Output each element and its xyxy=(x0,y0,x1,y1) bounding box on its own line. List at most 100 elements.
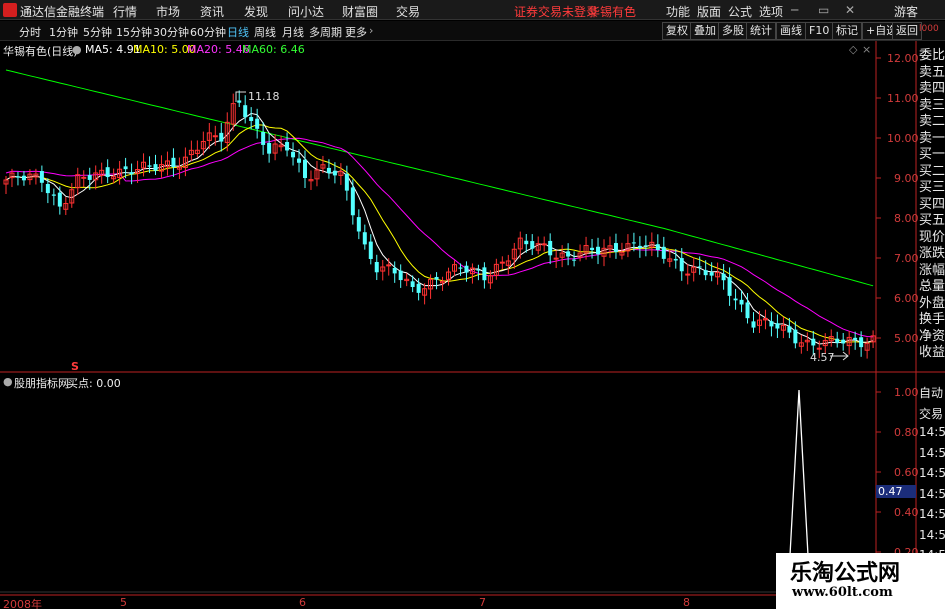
candle-down xyxy=(703,270,708,276)
candle-down xyxy=(727,277,732,296)
candle-down xyxy=(297,158,302,163)
candle-down xyxy=(87,175,92,180)
candle-down xyxy=(530,241,535,249)
candle-up xyxy=(212,135,218,138)
sub-value: 买点: 0.00 xyxy=(67,377,121,390)
side-code: l000 xyxy=(919,24,939,34)
side-label: 14:56 xyxy=(919,425,945,439)
candle-down xyxy=(129,172,134,175)
candle-down xyxy=(853,337,858,340)
ma60-line xyxy=(5,69,874,287)
candle-down xyxy=(787,326,792,333)
candle-down xyxy=(655,244,660,251)
y-tick: 12.00 xyxy=(887,52,919,65)
candle-up xyxy=(499,261,505,264)
ma10-line xyxy=(5,124,874,344)
side-label: 14:56 xyxy=(919,527,945,542)
x-label: 6 xyxy=(299,596,306,609)
candle-down xyxy=(548,240,553,256)
side-label: 交易 xyxy=(919,406,944,421)
ma60-label: MA60: 6.46 xyxy=(242,43,305,56)
candle-down xyxy=(566,251,571,257)
side-label: 收益 xyxy=(919,345,945,360)
panel-close-icon[interactable]: × xyxy=(862,43,871,56)
candle-down xyxy=(709,272,714,276)
candle-down xyxy=(661,246,666,259)
watermark-title: 乐淘公式网 xyxy=(790,560,901,586)
candle-down xyxy=(410,281,415,288)
gear-icon[interactable]: ● xyxy=(72,43,82,56)
candle-down xyxy=(291,151,296,158)
candle-down xyxy=(631,242,636,244)
watermark-url: www.60lt.com xyxy=(792,585,893,600)
candle-down xyxy=(572,259,577,261)
candle-down xyxy=(267,142,272,154)
x-label: 5 xyxy=(120,596,127,609)
candle-down xyxy=(679,258,684,272)
candle-down xyxy=(643,245,648,247)
y-tick: 8.00 xyxy=(894,212,919,225)
candle-down xyxy=(105,167,110,178)
sub-title: 股朋指标网 xyxy=(14,377,69,390)
x-label: 8 xyxy=(683,596,690,609)
candle-down xyxy=(57,192,62,207)
candle-down xyxy=(733,298,738,301)
candle-down xyxy=(368,241,373,259)
ma20-label: MA20: 5.46 xyxy=(187,43,250,56)
candle-down xyxy=(775,323,780,329)
candle-up xyxy=(81,176,87,179)
candle-up xyxy=(541,243,547,246)
candle-down xyxy=(261,132,266,145)
side-label: 14:56 xyxy=(919,507,945,521)
candle-down xyxy=(350,187,355,216)
candle-down xyxy=(434,276,439,280)
y-tick: 10.00 xyxy=(887,132,919,145)
candle-down xyxy=(751,321,756,328)
kline-chart xyxy=(0,41,945,609)
candle-down xyxy=(39,171,44,183)
candle-down xyxy=(464,265,469,273)
candle-down xyxy=(123,166,128,170)
candle-down xyxy=(374,261,379,273)
candle-up xyxy=(685,273,691,276)
y-tick: 9.00 xyxy=(894,172,919,185)
candle-down xyxy=(392,267,397,274)
candle-down xyxy=(51,194,56,196)
candle-down xyxy=(811,338,816,346)
candle-up xyxy=(816,347,822,350)
candle-down xyxy=(285,141,290,151)
side-label: 自动 xyxy=(919,386,944,400)
candle-down xyxy=(21,175,26,181)
side-label: 14:56 xyxy=(919,445,945,460)
candle-down xyxy=(458,267,463,269)
candle-down xyxy=(332,170,337,176)
candle-down xyxy=(524,240,529,245)
side-label: 14:56 xyxy=(919,466,945,480)
candle-down xyxy=(219,132,224,142)
candle-down xyxy=(147,165,152,167)
x-label: 7 xyxy=(479,596,486,609)
candle-down xyxy=(697,266,702,268)
candle-down xyxy=(835,338,840,343)
sell-marker: S xyxy=(71,360,79,373)
y-tick: 6.00 xyxy=(894,292,919,305)
sub-gear-icon[interactable]: ● xyxy=(3,375,13,388)
candle-down xyxy=(793,329,798,344)
candle-down xyxy=(673,258,678,261)
candle-down xyxy=(859,337,864,348)
candle-down xyxy=(613,243,618,252)
candle-down xyxy=(739,299,744,305)
candle-up xyxy=(386,264,392,267)
candle-up xyxy=(553,257,559,260)
candle-down xyxy=(45,183,50,194)
ma20-line xyxy=(5,137,874,338)
diamond-icon[interactable]: ◇ xyxy=(849,43,857,56)
sub-y-tick: 0.40 xyxy=(894,506,919,519)
candle-down xyxy=(237,100,242,103)
sub-y-tick: 0.80 xyxy=(894,426,919,439)
candle-down xyxy=(416,283,421,293)
candle-down xyxy=(745,302,750,319)
candle-down xyxy=(721,273,726,281)
candle-down xyxy=(476,269,481,271)
ma5-line xyxy=(5,112,874,345)
